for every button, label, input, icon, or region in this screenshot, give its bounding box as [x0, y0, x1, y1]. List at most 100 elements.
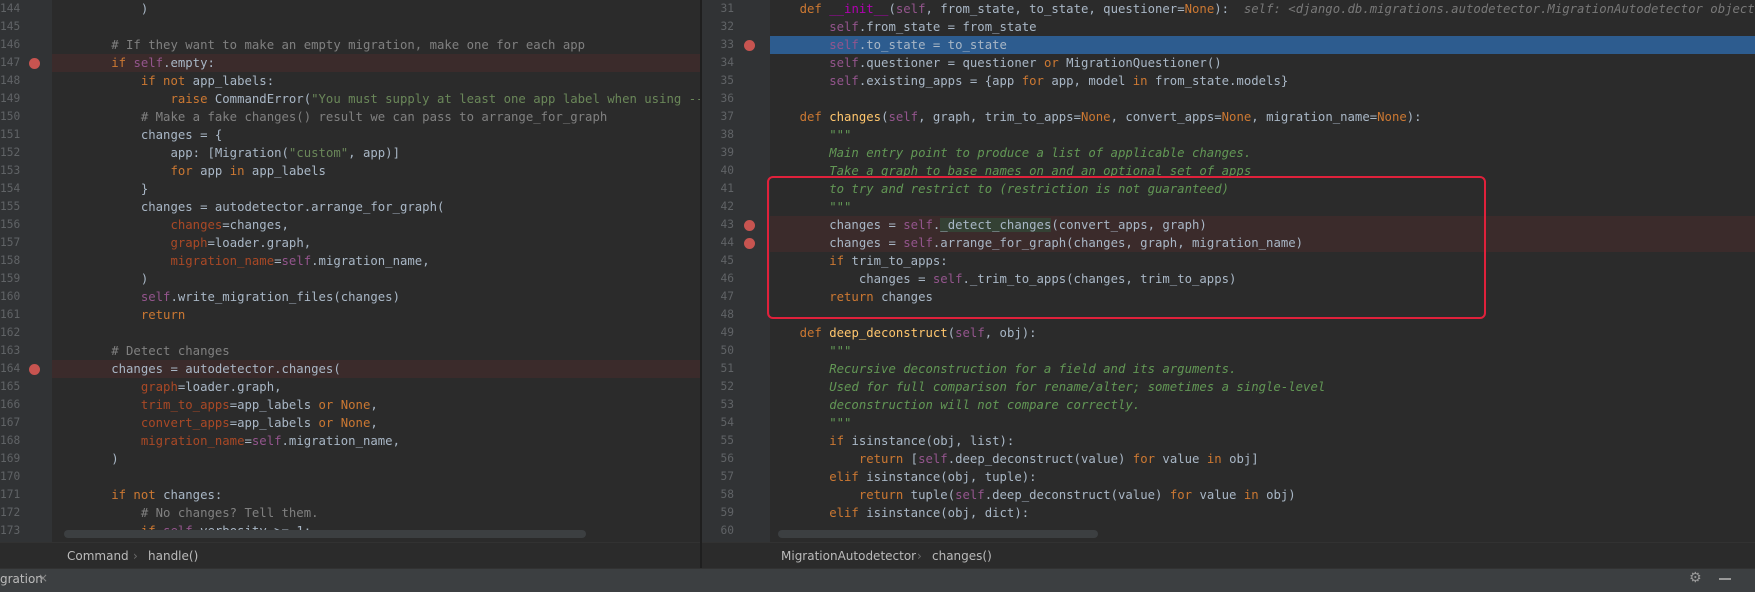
line-number[interactable]: 159 — [0, 270, 20, 288]
code-line[interactable]: convert_apps=app_labels or None, — [52, 414, 700, 432]
line-number[interactable]: 163 — [0, 342, 20, 360]
code-line[interactable]: if not changes: — [52, 486, 700, 504]
line-number[interactable]: 37 — [702, 108, 734, 126]
line-number[interactable]: 145 — [0, 18, 20, 36]
code-line[interactable]: changes = autodetector.arrange_for_graph… — [52, 198, 700, 216]
gear-icon[interactable]: ⚙ — [1689, 570, 1702, 586]
right-editor[interactable]: 31 32 33 34 35 36 37 38 39 40 41 42 43 44 45 46 47 48 49 50… — [702, 0, 1755, 542]
code-line[interactable]: """ — [770, 414, 1755, 432]
code-line[interactable]: migration_name=self.migration_name, — [52, 432, 700, 450]
code-line[interactable]: changes = autodetector.changes( — [52, 360, 700, 378]
line-number[interactable]: 147 — [0, 54, 20, 72]
line-number[interactable]: 152 — [0, 144, 20, 162]
line-number[interactable]: 42 — [702, 198, 734, 216]
line-number[interactable]: 165 — [0, 378, 20, 396]
left-editor[interactable]: 144 145 146 147 148 149 150 151 152 153 154 155 156 1… — [0, 0, 700, 542]
code-line[interactable] — [770, 306, 1755, 324]
line-number[interactable]: 148 — [0, 72, 20, 90]
breakpoint-icon[interactable] — [744, 39, 755, 51]
breakpoint-icon[interactable] — [744, 219, 755, 231]
code-line[interactable]: """ — [770, 198, 1755, 216]
line-number[interactable]: 51 — [702, 360, 734, 378]
right-gutter[interactable]: 31 32 33 34 35 36 37 38 39 40 41 42 43 44 45 46 47 48 49 50… — [702, 0, 770, 542]
line-number[interactable]: 53 — [702, 396, 734, 414]
code-line[interactable]: Take a graph to base names on and an opt… — [770, 162, 1755, 180]
code-line[interactable]: if trim_to_apps: — [770, 252, 1755, 270]
code-line[interactable]: ) — [52, 270, 700, 288]
code-line[interactable]: elif isinstance(obj, tuple): — [770, 468, 1755, 486]
line-number[interactable]: 167 — [0, 414, 20, 432]
breakpoint-icon[interactable] — [29, 57, 40, 69]
code-line[interactable]: graph=loader.graph, — [52, 378, 700, 396]
line-number[interactable]: 31 — [702, 0, 734, 18]
line-number[interactable]: 172 — [0, 504, 20, 522]
line-number[interactable]: 47 — [702, 288, 734, 306]
code-line[interactable]: self.to_state = to_state — [770, 36, 1755, 54]
breadcrumb-class[interactable]: Command — [67, 543, 129, 569]
code-line[interactable]: # If they want to make an empty migratio… — [52, 36, 700, 54]
code-line[interactable]: app: [Migration("custom", app)] — [52, 144, 700, 162]
line-number[interactable]: 171 — [0, 486, 20, 504]
code-line[interactable]: def __init__(self, from_state, to_state,… — [770, 0, 1755, 18]
line-number[interactable]: 33 — [702, 36, 734, 54]
breadcrumb-class[interactable]: MigrationAutodetector — [781, 543, 916, 569]
line-number[interactable]: 32 — [702, 18, 734, 36]
code-line[interactable]: for app in app_labels — [52, 162, 700, 180]
line-number[interactable]: 162 — [0, 324, 20, 342]
line-number[interactable]: 48 — [702, 306, 734, 324]
right-horizontal-scrollbar[interactable] — [778, 530, 1098, 538]
code-line[interactable]: changes = self._trim_to_apps(changes, tr… — [770, 270, 1755, 288]
code-line[interactable]: changes = { — [52, 126, 700, 144]
code-line[interactable]: """ — [770, 342, 1755, 360]
line-number[interactable]: 52 — [702, 378, 734, 396]
line-number[interactable]: 161 — [0, 306, 20, 324]
code-line[interactable]: return changes — [770, 288, 1755, 306]
code-line[interactable]: Main entry point to produce a list of ap… — [770, 144, 1755, 162]
code-line[interactable] — [770, 90, 1755, 108]
code-line[interactable]: # Detect changes — [52, 342, 700, 360]
breadcrumb-method[interactable]: changes() — [932, 543, 992, 569]
code-line[interactable]: if not app_labels: — [52, 72, 700, 90]
code-line[interactable]: # No changes? Tell them. — [52, 504, 700, 522]
code-line[interactable]: self.write_migration_files(changes) — [52, 288, 700, 306]
code-line[interactable]: changes = self._detect_changes(convert_a… — [770, 216, 1755, 234]
code-line[interactable] — [52, 18, 700, 36]
code-line[interactable]: Used for full comparison for rename/alte… — [770, 378, 1755, 396]
line-number[interactable]: 57 — [702, 468, 734, 486]
line-number[interactable]: 160 — [0, 288, 20, 306]
line-number[interactable]: 50 — [702, 342, 734, 360]
line-number[interactable]: 150 — [0, 108, 20, 126]
code-line[interactable]: def deep_deconstruct(self, obj): — [770, 324, 1755, 342]
code-line[interactable]: deconstruction will not compare correctl… — [770, 396, 1755, 414]
code-line[interactable]: migration_name=self.migration_name, — [52, 252, 700, 270]
code-line[interactable]: # Make a fake changes() result we can pa… — [52, 108, 700, 126]
line-number[interactable]: 166 — [0, 396, 20, 414]
code-line[interactable]: ) — [52, 0, 700, 18]
tool-window-tab[interactable]: gration — [0, 572, 43, 586]
line-number[interactable]: 146 — [0, 36, 20, 54]
line-number[interactable]: 35 — [702, 72, 734, 90]
line-number[interactable]: 157 — [0, 234, 20, 252]
code-line[interactable]: ) — [52, 450, 700, 468]
left-gutter[interactable]: 144 145 146 147 148 149 150 151 152 153 154 155 156 1… — [0, 0, 52, 542]
breadcrumb-method[interactable]: handle() — [148, 543, 198, 569]
code-line[interactable]: if isinstance(obj, list): — [770, 432, 1755, 450]
line-number[interactable]: 54 — [702, 414, 734, 432]
line-number[interactable]: 44 — [702, 234, 734, 252]
line-number[interactable]: 170 — [0, 468, 20, 486]
code-line[interactable]: """ — [770, 126, 1755, 144]
line-number[interactable]: 43 — [702, 216, 734, 234]
code-line[interactable] — [52, 324, 700, 342]
code-line[interactable]: to try and restrict to (restriction is n… — [770, 180, 1755, 198]
line-number[interactable]: 55 — [702, 432, 734, 450]
line-number[interactable]: 59 — [702, 504, 734, 522]
code-line[interactable]: elif isinstance(obj, dict): — [770, 504, 1755, 522]
code-line[interactable]: self.questioner = questioner or Migratio… — [770, 54, 1755, 72]
line-number[interactable]: 153 — [0, 162, 20, 180]
line-number[interactable]: 38 — [702, 126, 734, 144]
line-number[interactable]: 49 — [702, 324, 734, 342]
breakpoint-icon[interactable] — [744, 237, 755, 249]
code-line[interactable]: graph=loader.graph, — [52, 234, 700, 252]
line-number[interactable]: 164 — [0, 360, 20, 378]
line-number[interactable]: 169 — [0, 450, 20, 468]
